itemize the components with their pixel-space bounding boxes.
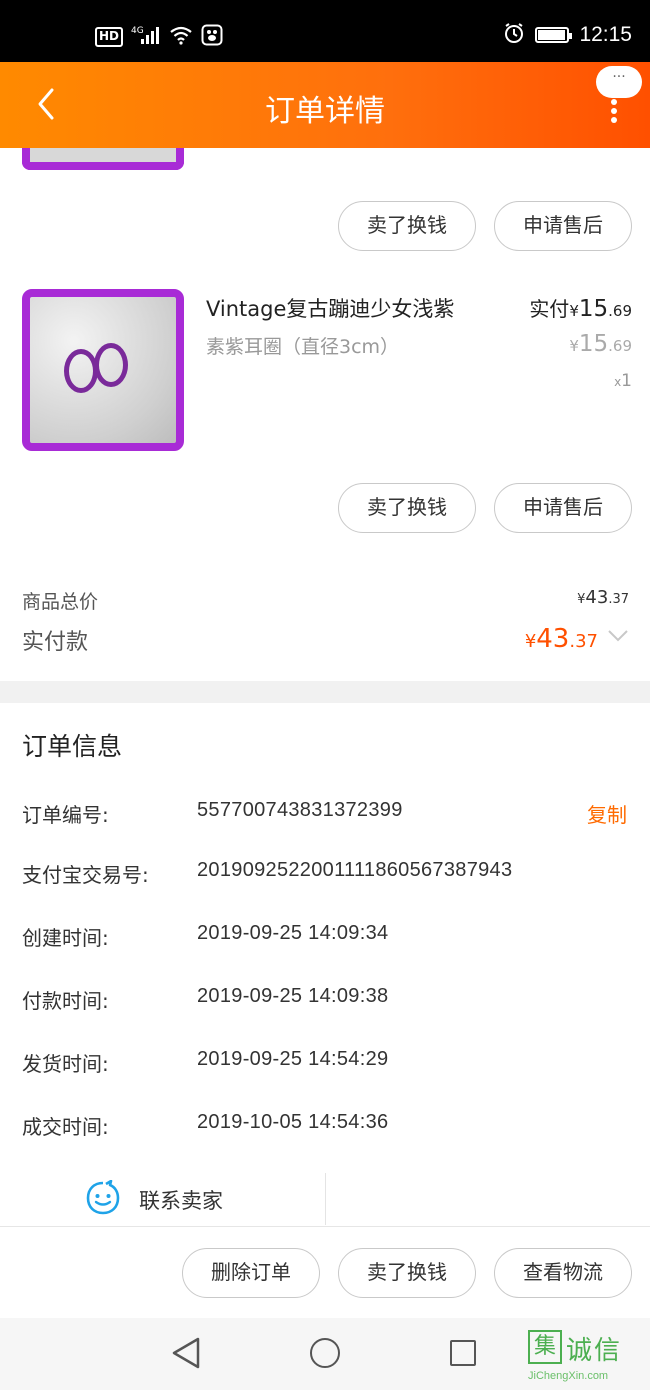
info-value: 2019-10-05 14:54:36: [197, 1111, 389, 1133]
system-nav-bar: 集 诚信 JiChengXin.com: [0, 1318, 650, 1390]
currency-symbol: ¥: [569, 302, 579, 320]
after-sale-button-item1[interactable]: 申请售后: [494, 201, 632, 251]
status-time: 12:15: [579, 23, 632, 46]
sell-button-item1[interactable]: 卖了换钱: [338, 201, 476, 251]
paid-total-label: 实付款: [22, 630, 89, 655]
contact-seller-button[interactable]: 联系卖家: [85, 1179, 223, 1220]
status-right: 12:15: [503, 22, 632, 48]
currency-symbol: ¥: [569, 337, 579, 355]
signal-icon: 4G: [131, 25, 161, 49]
site-watermark: 集 诚信 JiChengXin.com: [528, 1326, 646, 1388]
order-number-row: 订单编号: 557700743831372399 复制: [22, 799, 632, 829]
horizontal-divider: [0, 1226, 650, 1227]
paid-price: 实付¥15.69: [529, 293, 632, 322]
sell-button-footer[interactable]: 卖了换钱: [338, 1248, 476, 1298]
paid-time-row: 付款时间: 2019-09-25 14:09:38: [22, 985, 632, 1015]
delete-order-button[interactable]: 删除订单: [182, 1248, 320, 1298]
paid-total-decimal: .37: [569, 631, 598, 652]
alipay-trade-row: 支付宝交易号: 2019092522001111860567387943: [22, 859, 632, 889]
more-menu-button[interactable]: [608, 98, 620, 124]
product-title[interactable]: Vintage复古蹦迪少女浅紫: [206, 293, 454, 323]
info-label: 创建时间:: [22, 926, 109, 950]
watermark-url: JiChengXin.com: [528, 1370, 609, 1382]
nav-home-icon[interactable]: [310, 1338, 340, 1368]
nav-back-icon[interactable]: [170, 1336, 202, 1374]
earring-shape: [64, 349, 98, 393]
goods-total-decimal: .37: [608, 592, 629, 607]
info-value: 2019-09-25 14:09:34: [197, 922, 389, 944]
section-divider: [0, 681, 650, 703]
order-info-title: 订单信息: [22, 732, 123, 761]
deal-time-row: 成交时间: 2019-10-05 14:54:36: [22, 1111, 632, 1141]
product-sku: 素紫耳圈（直径3cm）: [206, 336, 400, 358]
hd-badge: HD: [95, 27, 124, 47]
info-label: 发货时间:: [22, 1052, 109, 1076]
chevron-down-icon[interactable]: [606, 624, 630, 648]
created-time-row: 创建时间: 2019-09-25 14:09:34: [22, 922, 632, 952]
earring-shape: [94, 343, 128, 387]
quantity-value: 1: [621, 371, 632, 391]
watermark-logo: 集: [528, 1330, 562, 1364]
info-label: 订单编号:: [22, 803, 109, 827]
goods-total-row: 商品总价 ¥43.37: [22, 587, 632, 613]
info-label: 成交时间:: [22, 1115, 109, 1139]
alarm-icon: [503, 22, 525, 48]
info-value: 2019-09-25 14:09:38: [197, 985, 389, 1007]
app-notification-icon: [201, 24, 223, 50]
view-logistics-button[interactable]: 查看物流: [494, 1248, 632, 1298]
battery-level: [538, 30, 566, 40]
wifi-icon: [169, 25, 193, 49]
paid-decimal: .69: [608, 302, 632, 320]
status-bar: HD 4G 12:15: [0, 0, 650, 62]
paid-total-row[interactable]: 实付款 ¥43.37: [22, 624, 632, 660]
product-item[interactable]: Vintage复古蹦迪少女浅紫 素紫耳圈（直径3cm） 实付¥15.69 ¥15…: [22, 289, 632, 451]
shipped-time-row: 发货时间: 2019-09-25 14:54:29: [22, 1048, 632, 1078]
quantity: x1: [614, 371, 632, 391]
info-value: 2019092522001111860567387943: [197, 859, 513, 881]
message-bubble-icon[interactable]: ···: [596, 66, 642, 98]
network-label: 4G: [131, 26, 144, 36]
product-thumbnail-partial[interactable]: [22, 148, 184, 170]
paid-prefix: 实付: [529, 297, 570, 321]
watermark-text: 诚信: [566, 1336, 623, 1366]
goods-total-integer: 43: [585, 587, 609, 608]
copy-button[interactable]: 复制: [587, 799, 627, 828]
status-left: HD 4G: [95, 24, 223, 50]
orig-decimal: .69: [608, 337, 632, 355]
sell-button-item2[interactable]: 卖了换钱: [338, 483, 476, 533]
info-label: 支付宝交易号:: [22, 863, 149, 887]
paid-integer: 15: [578, 296, 609, 322]
product-thumbnail[interactable]: [22, 289, 184, 451]
vertical-divider: [325, 1173, 326, 1225]
orig-integer: 15: [578, 331, 609, 357]
chat-smiley-icon: [85, 1179, 121, 1220]
more-vertical-icon: [611, 99, 617, 123]
info-value: 2019-09-25 14:54:29: [197, 1048, 389, 1070]
info-label: 付款时间:: [22, 989, 109, 1013]
currency-symbol: ¥: [524, 631, 537, 652]
contact-seller-label: 联系卖家: [139, 1189, 223, 1213]
page-header: 订单详情 ···: [0, 62, 650, 148]
after-sale-button-item2[interactable]: 申请售后: [494, 483, 632, 533]
paid-total-value: ¥43.37: [525, 624, 598, 654]
goods-total-label: 商品总价: [22, 591, 99, 613]
battery-icon: [535, 27, 573, 43]
nav-recent-apps-icon[interactable]: [450, 1340, 476, 1366]
original-price: ¥15.69: [569, 331, 632, 357]
page-title: 订单详情: [265, 94, 385, 129]
goods-total-value: ¥43.37: [577, 587, 629, 608]
info-value: 557700743831372399: [197, 799, 403, 821]
paid-total-integer: 43: [536, 624, 570, 654]
